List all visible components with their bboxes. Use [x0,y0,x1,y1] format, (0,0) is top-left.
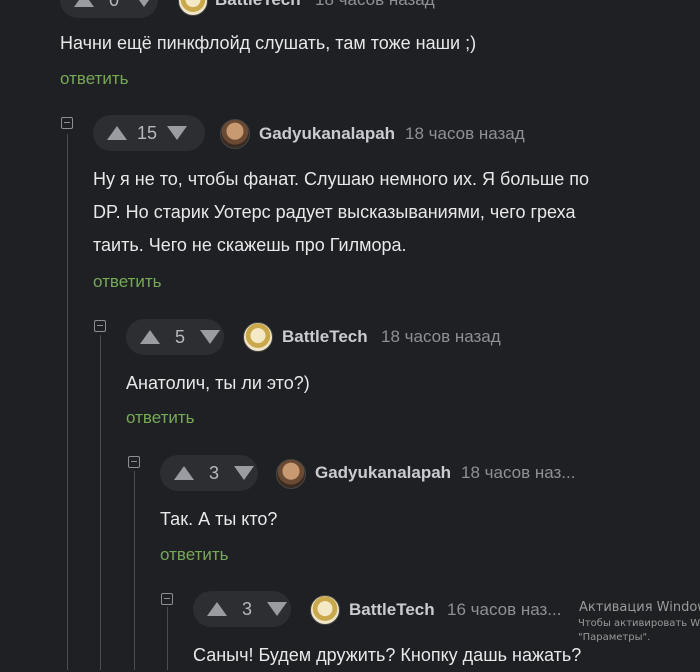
downvote-icon[interactable] [167,126,188,140]
collapse-icon[interactable] [128,456,140,468]
username[interactable]: BattleTech [349,600,435,620]
vote-count: 3 [208,462,219,483]
avatar[interactable] [178,0,208,16]
reply-link[interactable]: ответить [160,545,229,565]
thread-line [67,134,68,670]
avatar[interactable] [243,322,273,352]
comment-text: Начни ещё пинкфлойд слушать, там тоже на… [60,33,477,53]
windows-activation-title: Активация Windows [579,600,700,615]
vote-count: 15 [137,122,158,143]
downvote-icon[interactable] [267,602,287,616]
windows-activation-line: "Параметры". [578,632,651,643]
timestamp[interactable]: 18 часов наз... [461,463,575,483]
timestamp[interactable]: 18 часов назад [405,124,525,144]
username[interactable]: Gadyukanalapah [315,463,451,483]
reply-link[interactable]: ответить [93,272,162,292]
downvote-icon[interactable] [134,0,154,7]
vote-control: 3 [193,591,291,627]
vote-count: 5 [174,326,185,347]
comment-text: Анатолич, ты ли это?) [126,373,310,393]
comment-text: Так. А ты кто? [160,509,278,529]
downvote-icon[interactable] [234,466,254,480]
username[interactable]: BattleTech [215,0,301,10]
comment-text: Саныч! Будем дружить? Кнопку дашь нажать… [193,645,582,665]
comment-text: Ну я не то, чтобы фанат. Слушаю немного … [93,163,589,262]
reply-link[interactable]: ответить [126,408,195,428]
windows-activation-line: Чтобы активировать Windo [578,618,700,629]
collapse-icon[interactable] [94,320,106,332]
upvote-icon[interactable] [107,126,127,140]
avatar[interactable] [276,459,306,489]
timestamp[interactable]: 16 часов наз... [447,600,561,620]
vote-control: 3 [160,455,258,491]
vote-control: 15 [93,115,205,151]
vote-control: 0 [60,0,158,18]
upvote-icon[interactable] [174,466,194,480]
comment-line: DP. Но старик Уотерс радует высказывания… [93,202,576,222]
reply-link[interactable]: ответить [60,69,129,89]
thread-line [100,335,101,670]
upvote-icon[interactable] [74,0,94,7]
avatar[interactable] [310,595,340,625]
comment-line: таить. Чего не скажешь про Гилмора. [93,235,407,255]
username[interactable]: BattleTech [282,327,368,347]
timestamp[interactable]: 18 часов назад [315,0,435,10]
vote-count: 3 [241,598,252,619]
timestamp[interactable]: 18 часов назад [381,327,501,347]
thread-line [134,471,135,670]
collapse-icon[interactable] [61,117,73,129]
vote-control: 5 [126,319,224,355]
vote-count: 0 [104,0,124,11]
avatar[interactable] [220,119,250,149]
downvote-icon[interactable] [200,330,220,344]
thread-line [167,607,168,670]
upvote-icon[interactable] [207,602,227,616]
comment-line: Ну я не то, чтобы фанат. Слушаю немного … [93,169,590,189]
collapse-icon[interactable] [161,593,173,605]
upvote-icon[interactable] [140,330,160,344]
username[interactable]: Gadyukanalapah [259,124,395,144]
